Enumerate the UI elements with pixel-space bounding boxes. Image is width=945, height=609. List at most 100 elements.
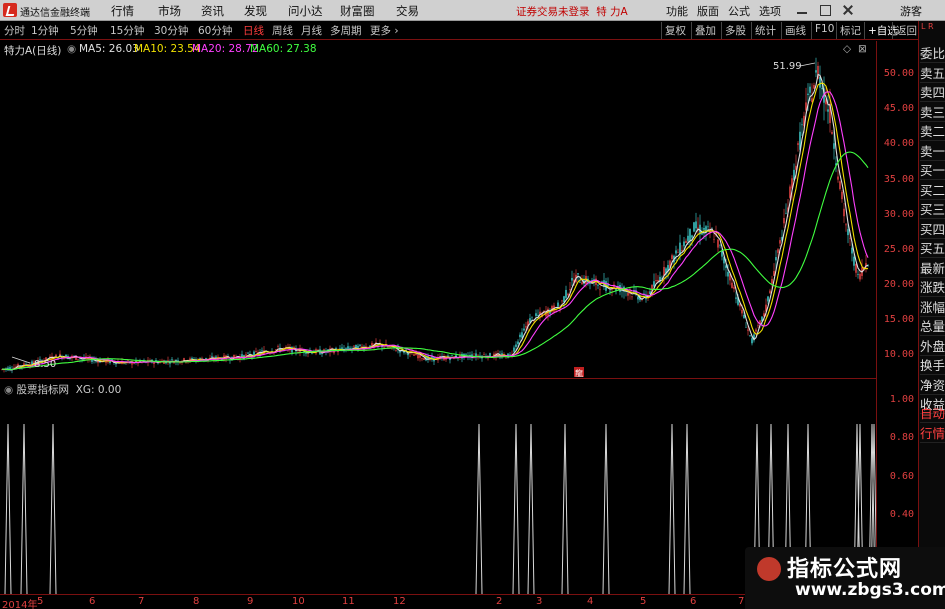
candle-body	[745, 327, 747, 328]
ma20-line	[2, 91, 869, 371]
candle-body	[831, 132, 833, 134]
chart-settings-icon[interactable]: ◉	[67, 43, 76, 55]
minimize-icon[interactable]	[795, 3, 809, 17]
candle-body	[713, 238, 715, 240]
period-1min[interactable]: 1分钟	[31, 23, 59, 38]
candle-body	[655, 280, 657, 282]
period-monthly[interactable]: 月线	[301, 23, 322, 38]
menu-quotes[interactable]: 行情	[111, 3, 134, 19]
candle-body	[509, 354, 511, 355]
candle-body	[693, 222, 695, 232]
sidebar-item[interactable]: 卖五	[920, 65, 945, 83]
menu-wealth[interactable]: 财富圈	[340, 3, 375, 19]
sidebar-item[interactable]: 买四	[920, 221, 945, 239]
toolbar-f10[interactable]: F10	[811, 22, 837, 39]
maximize-icon[interactable]	[818, 3, 832, 17]
toolbar-overlay[interactable]: 叠加	[691, 22, 719, 39]
indicator-header: ◉ 股票指标网 XG: 0.00	[0, 378, 876, 398]
period-daily[interactable]: 日线	[243, 23, 264, 38]
period-tick[interactable]: 分时	[4, 23, 25, 38]
ma5-label: MA5: 26.03	[79, 43, 139, 55]
date-tick: 7	[138, 596, 145, 607]
candle-body	[345, 347, 347, 349]
candle-body	[601, 281, 603, 282]
watermark-logo-icon	[757, 557, 781, 581]
toolbar-back[interactable]: 返回	[892, 22, 920, 39]
sidebar-item[interactable]: 总量	[920, 318, 945, 336]
toolbar-multistock[interactable]: 多股	[721, 22, 749, 39]
sidebar-item[interactable]: 卖四	[920, 84, 945, 102]
menu-layout[interactable]: 版面	[697, 3, 719, 19]
date-tick: 11	[342, 596, 355, 607]
candle-body	[153, 362, 155, 365]
candle-body	[843, 208, 845, 217]
candle-body	[597, 284, 599, 286]
price-axis: 50.00 45.00 40.00 35.00 30.00 25.00 20.0…	[876, 41, 918, 601]
menu-formula[interactable]: 公式	[728, 3, 750, 19]
toolbar-mark[interactable]: 标记	[836, 22, 864, 39]
quote-sidebar: L R 委比卖五 卖四卖三 卖二卖一 买一买二 买三买四 买五最新 涨跌涨幅 总量外盘 换手净资…	[918, 21, 945, 609]
chart-tool-icon[interactable]: ◇	[843, 43, 851, 55]
sidebar-item[interactable]: 买二	[920, 182, 945, 200]
period-5min[interactable]: 5分钟	[70, 23, 98, 38]
candle-body	[771, 279, 773, 284]
sidebar-item[interactable]: 外盘	[920, 338, 945, 356]
toolbar-stats[interactable]: 统计	[751, 22, 779, 39]
sidebar-item[interactable]: 买五	[920, 240, 945, 258]
period-toolbar: 分时 1分钟 5分钟 15分钟 30分钟 60分钟 日线 周线 月线 多周期 更…	[0, 21, 945, 40]
menu-functions[interactable]: 功能	[666, 3, 688, 19]
sidebar-lr-toggle[interactable]: L R	[921, 22, 934, 31]
indicator-settings-icon[interactable]: ◉	[4, 384, 13, 396]
chart-expand-icon[interactable]: ⊠	[858, 43, 867, 55]
sidebar-item[interactable]: 卖三	[920, 104, 945, 122]
date-tick: 12	[393, 596, 406, 607]
price-tick: 40.00	[883, 138, 914, 149]
menu-trade[interactable]: 交易	[396, 3, 419, 19]
trade-status[interactable]: 证券交易未登录 特 力A	[516, 4, 628, 19]
sidebar-item[interactable]: 最新	[920, 260, 945, 278]
toolbar-adjust[interactable]: 复权	[661, 22, 689, 39]
period-more[interactable]: 更多 ›	[370, 23, 399, 38]
sidebar-item[interactable]: 委比	[920, 45, 945, 63]
candle-body	[731, 282, 733, 289]
sidebar-item[interactable]: 涨幅	[920, 299, 945, 317]
period-multi[interactable]: 多周期	[330, 23, 362, 38]
guest-user[interactable]: 游客	[900, 3, 922, 19]
indicator-tick: 1.00	[889, 394, 914, 405]
candle-body	[247, 352, 249, 354]
sidebar-item[interactable]: 自动	[920, 405, 945, 423]
menu-discover[interactable]: 发现	[244, 3, 267, 19]
menu-ask[interactable]: 问小达	[288, 3, 323, 19]
sidebar-item[interactable]: 卖二	[920, 123, 945, 141]
sidebar-item[interactable]: 涨跌	[920, 279, 945, 297]
candle-body	[277, 346, 279, 347]
menu-options[interactable]: 选项	[759, 3, 781, 19]
period-weekly[interactable]: 周线	[272, 23, 293, 38]
ma60-line	[2, 151, 869, 371]
menu-news[interactable]: 资讯	[201, 3, 224, 19]
candle-body	[845, 224, 847, 226]
candle-body	[577, 273, 579, 275]
sidebar-item[interactable]: 净资	[920, 377, 945, 395]
sidebar-item[interactable]: 买三	[920, 201, 945, 219]
sidebar-item[interactable]: 买一	[920, 162, 945, 180]
close-icon[interactable]	[841, 3, 855, 17]
price-tick: 45.00	[883, 103, 914, 114]
toolbar-draw[interactable]: 画线	[781, 22, 809, 39]
kline-chart[interactable]: 51.99 8.50 龍	[0, 57, 876, 377]
sidebar-item[interactable]: 行情	[920, 425, 945, 443]
menu-market[interactable]: 市场	[158, 3, 181, 19]
period-15min[interactable]: 15分钟	[110, 23, 144, 38]
candle-body	[751, 338, 753, 344]
sidebar-item[interactable]: 卖一	[920, 143, 945, 161]
indicator-title[interactable]: ◉ 股票指标网 XG: 0.00	[4, 382, 121, 397]
candle-body	[339, 348, 341, 349]
candle-body	[741, 309, 743, 314]
candle-body	[847, 229, 849, 236]
candle-body	[691, 235, 693, 238]
candle-body	[767, 296, 769, 302]
sidebar-item[interactable]: 换手	[920, 357, 945, 375]
candle-body	[563, 296, 565, 303]
period-30min[interactable]: 30分钟	[154, 23, 188, 38]
period-60min[interactable]: 60分钟	[198, 23, 232, 38]
